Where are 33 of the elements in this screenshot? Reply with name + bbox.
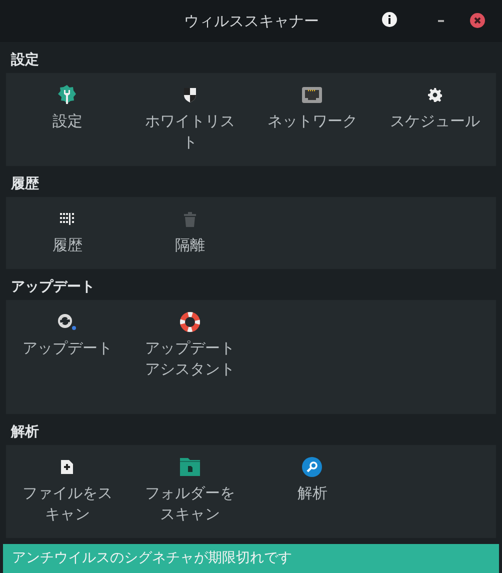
info-button[interactable]	[382, 12, 397, 27]
section-title: 解析	[10, 423, 40, 442]
launcher-item[interactable]: ホワイトリスト	[128, 85, 251, 153]
window-title: ウィルススキャナー	[184, 11, 319, 32]
info-icon	[388, 15, 391, 24]
folder-icon	[180, 458, 200, 476]
launcher-item[interactable]: フォルダーをスキャン	[128, 457, 251, 525]
section-title: アップデート	[10, 278, 96, 297]
section-title: 履歴	[10, 175, 40, 194]
launcher-item[interactable]: ネットワーク	[251, 85, 374, 132]
launcher-item[interactable]: ファイルをスキャン	[6, 457, 128, 525]
dotted-grid-icon	[60, 213, 74, 225]
launcher-item[interactable]: アップデートアシスタント	[128, 312, 251, 380]
status-message: アンチウイルスのシグネチャが期限切れです	[12, 549, 292, 568]
sync-icon	[57, 313, 78, 331]
launcher-item[interactable]: アップデート	[6, 312, 128, 359]
minimize-icon	[438, 20, 444, 22]
trash-icon	[182, 211, 197, 227]
lifebuoy-icon	[180, 312, 200, 332]
launcher-item[interactable]: 履歴	[6, 209, 128, 256]
launcher-item[interactable]: スケジュール	[374, 85, 496, 132]
launcher-item[interactable]: 設定	[6, 85, 128, 132]
launcher-item[interactable]: 隔離	[128, 209, 251, 256]
wrench-gear-icon	[58, 85, 76, 105]
launcher-item[interactable]: 解析	[251, 457, 374, 504]
shield-icon	[182, 87, 197, 103]
file-add-icon	[61, 460, 74, 474]
search-icon	[302, 457, 322, 477]
close-button[interactable]	[470, 13, 485, 28]
close-icon	[474, 17, 481, 24]
section-title: 設定	[10, 50, 40, 70]
ethernet-port-icon	[302, 87, 322, 103]
gear-icon	[428, 88, 442, 102]
